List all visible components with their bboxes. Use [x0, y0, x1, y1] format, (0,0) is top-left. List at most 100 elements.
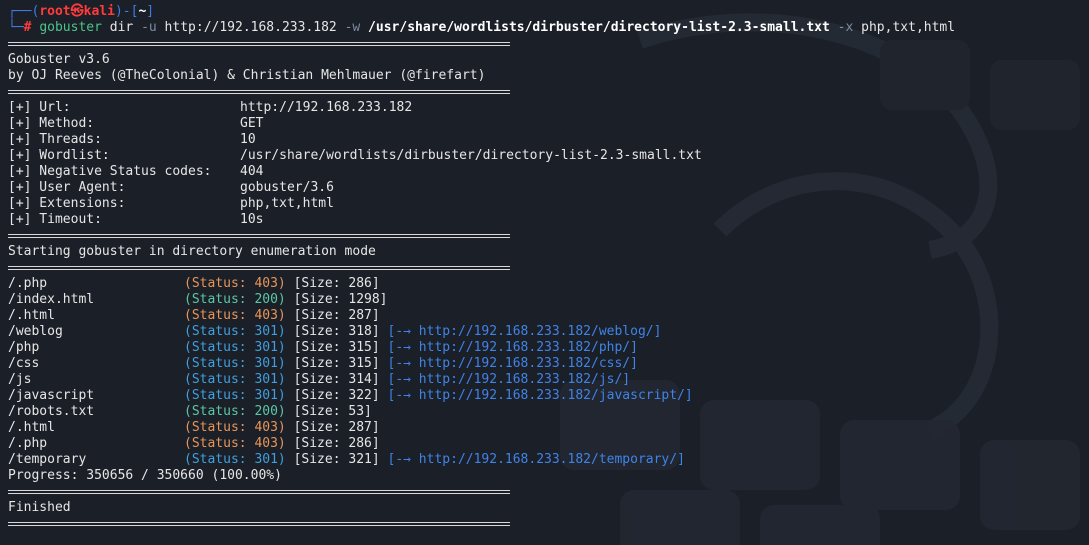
config-key: [+] Negative Status codes: — [8, 164, 212, 179]
result-row: /css (Status: 301) [Size: 315] [-→ http:/… — [8, 356, 1089, 372]
config-row: [+] User Agent: gobuster/3.6 — [8, 180, 1089, 196]
config-row: [+] Method: GET — [8, 116, 1089, 132]
config-key: [+] Wordlist: — [8, 148, 110, 163]
result-path: /weblog — [8, 324, 63, 339]
result-path: /index.html — [8, 292, 95, 307]
separator — [8, 84, 1089, 100]
prompt-host: kali — [83, 4, 115, 19]
prompt-hash: # — [23, 20, 32, 35]
result-size: [Size: 315] — [293, 356, 380, 371]
result-row: /.html (Status: 403) [Size: 287] — [8, 420, 1089, 436]
command-extensions: php,txt,html — [853, 20, 956, 35]
result-redirect-link[interactable]: [-→ http://192.168.233.182/css/] — [388, 356, 638, 371]
result-size: [Size: 287] — [293, 420, 380, 435]
config-value: http://192.168.233.182 — [240, 100, 413, 115]
config-key: [+] Timeout: — [8, 212, 102, 227]
result-row: /.php (Status: 403) [Size: 286] — [8, 276, 1089, 292]
result-size: [Size: 318] — [293, 324, 380, 339]
result-size: [Size: 322] — [293, 388, 380, 403]
command-wordlist: /usr/share/wordlists/dirbuster/directory… — [360, 20, 838, 35]
config-value: 10s — [240, 212, 264, 227]
result-row: /javascript (Status: 301) [Size: 322] [-→… — [8, 388, 1089, 404]
result-status: (Status: 301) — [184, 372, 286, 387]
result-row: /robots.txt (Status: 200) [Size: 53] — [8, 404, 1089, 420]
config-key: [+] Extensions: — [8, 196, 126, 211]
config-value: 10 — [240, 132, 256, 147]
config-row: [+] Timeout: 10s — [8, 212, 1089, 228]
result-size: [Size: 1298] — [293, 292, 388, 307]
prompt-user: root — [39, 4, 71, 19]
start-message: Starting gobuster in directory enumerati… — [8, 244, 376, 259]
separator — [8, 516, 1089, 532]
result-row: /index.html (Status: 200) [Size: 1298] — [8, 292, 1089, 308]
banner-authors: by OJ Reeves (@TheColonial) & Christian … — [8, 68, 486, 83]
prompt-at: ㉿ — [70, 4, 84, 19]
result-status: (Status: 200) — [184, 292, 286, 307]
separator — [8, 260, 1089, 276]
config-row: [+] Threads: 10 — [8, 132, 1089, 148]
result-redirect-link[interactable]: [-→ http://192.168.233.182/javascript/] — [388, 388, 693, 403]
result-path: /.php — [8, 436, 48, 451]
result-redirect-link[interactable]: [-→ http://192.168.233.182/js/] — [388, 372, 631, 387]
result-row: /.php (Status: 403) [Size: 286] — [8, 436, 1089, 452]
config-row: [+] Extensions: php,txt,html — [8, 196, 1089, 212]
progress-line: Progress: 350656 / 350660 (100.00%) — [8, 468, 282, 483]
result-status: (Status: 200) — [184, 404, 286, 419]
result-row: /.html (Status: 403) [Size: 287] — [8, 308, 1089, 324]
config-row: [+] Wordlist: /usr/share/wordlists/dirbus… — [8, 148, 1089, 164]
config-row: [+] Url: http://192.168.233.182 — [8, 100, 1089, 116]
command-line: └─# gobuster dir -u http://192.168.233.1… — [8, 20, 956, 35]
result-path: /javascript — [8, 388, 95, 403]
finished-message: Finished — [8, 500, 71, 515]
separator — [8, 36, 1089, 52]
config-row: [+] Negative Status codes: 404 — [8, 164, 1089, 180]
config-key: [+] Threads: — [8, 132, 102, 147]
config-value: /usr/share/wordlists/dirbuster/directory… — [240, 148, 702, 163]
result-path: /.php — [8, 276, 48, 291]
prompt-header: ┌──(root㉿kali)-[~] — [8, 4, 155, 19]
result-status: (Status: 301) — [184, 324, 286, 339]
result-status: (Status: 301) — [184, 340, 286, 355]
result-status: (Status: 403) — [184, 436, 286, 451]
result-status: (Status: 403) — [184, 276, 286, 291]
result-size: [Size: 286] — [293, 436, 380, 451]
result-path: /css — [8, 356, 40, 371]
result-size: [Size: 315] — [293, 340, 380, 355]
result-path: /.html — [8, 420, 55, 435]
config-value: GET — [240, 116, 264, 131]
result-redirect-link[interactable]: [-→ http://192.168.233.182/weblog/] — [388, 324, 662, 339]
result-size: [Size: 287] — [293, 308, 380, 323]
result-status: (Status: 301) — [184, 388, 286, 403]
terminal-output[interactable]: ┌──(root㉿kali)-[~] └─# gobuster dir -u h… — [8, 4, 1089, 532]
config-value: 404 — [240, 164, 264, 179]
command-name: gobuster — [39, 20, 102, 35]
result-status: (Status: 301) — [184, 452, 286, 467]
config-key: [+] Url: — [8, 100, 71, 115]
result-row: /weblog (Status: 301) [Size: 318] [-→ htt… — [8, 324, 1089, 340]
result-path: /.html — [8, 308, 55, 323]
result-path: /js — [8, 372, 32, 387]
config-value: gobuster/3.6 — [240, 180, 334, 195]
banner-version: Gobuster v3.6 — [8, 52, 110, 67]
result-path: /php — [8, 340, 40, 355]
result-status: (Status: 403) — [184, 420, 286, 435]
result-size: [Size: 286] — [293, 276, 380, 291]
result-row: /php (Status: 301) [Size: 315] [-→ http:/… — [8, 340, 1089, 356]
result-row: /temporary (Status: 301) [Size: 321] [-→ … — [8, 452, 1089, 468]
result-path: /temporary — [8, 452, 87, 467]
config-value: php,txt,html — [240, 196, 334, 211]
result-status: (Status: 403) — [184, 308, 286, 323]
command-url: http://192.168.233.182 — [156, 20, 345, 35]
result-row: /js (Status: 301) [Size: 314] [-→ http://… — [8, 372, 1089, 388]
result-size: [Size: 321] — [293, 452, 380, 467]
config-key: [+] Method: — [8, 116, 95, 131]
result-redirect-link[interactable]: [-→ http://192.168.233.182/temporary/] — [388, 452, 685, 467]
result-status: (Status: 301) — [184, 356, 286, 371]
config-key: [+] User Agent: — [8, 180, 126, 195]
separator — [8, 228, 1089, 244]
result-redirect-link[interactable]: [-→ http://192.168.233.182/php/] — [388, 340, 638, 355]
separator — [8, 484, 1089, 500]
result-size: [Size: 53] — [293, 404, 372, 419]
result-size: [Size: 314] — [293, 372, 380, 387]
result-path: /robots.txt — [8, 404, 95, 419]
